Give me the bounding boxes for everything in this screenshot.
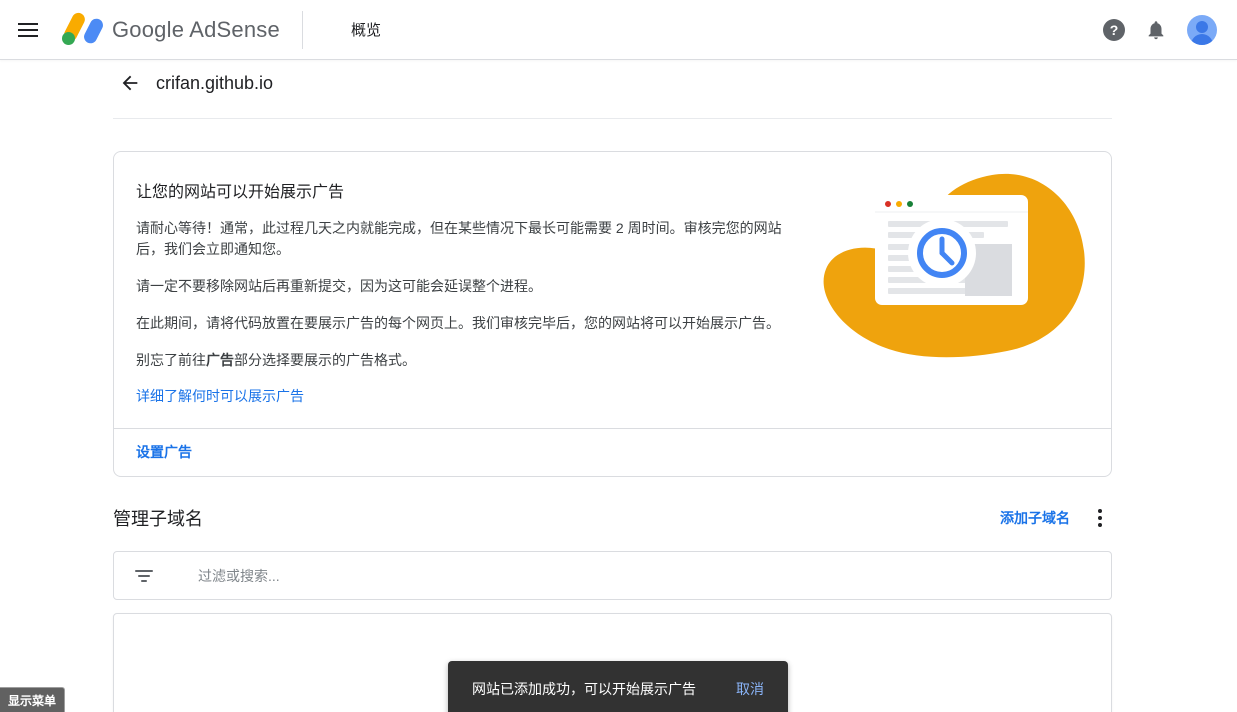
subdomains-section-title: 管理子域名 [113, 509, 203, 529]
toast-cancel-button[interactable]: 取消 [736, 679, 764, 699]
browser-window-icon [875, 195, 1028, 305]
adsense-logo-icon [62, 12, 103, 45]
review-paragraph-4: 别忘了前往广告部分选择要展示的广告格式。 [136, 352, 416, 368]
page-title: 概览 [350, 22, 381, 39]
topbar-divider [301, 10, 303, 49]
help-icon[interactable]: ? [1103, 18, 1125, 41]
product-name: Google AdSense [112, 16, 280, 42]
more-options-kebab-icon[interactable] [1088, 506, 1112, 530]
main-content: crifan.github.io 让您的网站可以开始展示广告 请耐心等待！通常，… [113, 60, 1112, 712]
clock-icon [908, 219, 976, 287]
topbar: Google AdSense 概览 ? [0, 0, 1237, 60]
account-avatar[interactable] [1187, 14, 1217, 45]
hamburger-menu-icon[interactable] [16, 18, 40, 42]
site-header: crifan.github.io [113, 62, 1112, 104]
filter-search-input[interactable] [198, 567, 1111, 584]
status-tooltip: 显示菜单 [0, 687, 66, 712]
subdomain-filter-bar [113, 551, 1112, 600]
review-paragraph-3: 在此期间，请将代码放置在要展示广告的每个网页上。我们审核完毕后，您的网站将可以开… [136, 315, 780, 331]
review-paragraph-2: 请一定不要移除网站后再重新提交，因为这可能会延误整个进程。 [136, 278, 542, 294]
review-pending-illustration [823, 173, 1085, 358]
site-name: crifan.github.io [156, 72, 274, 93]
filter-list-icon [134, 568, 154, 584]
add-subdomain-link[interactable]: 添加子域名 [1000, 508, 1070, 528]
subdomains-section-header: 管理子域名 添加子域名 [113, 502, 1112, 534]
back-arrow-icon[interactable] [118, 71, 142, 95]
header-divider [113, 118, 1112, 119]
snackbar-toast: 网站已添加成功，可以开始展示广告 取消 [448, 661, 788, 712]
learn-more-link[interactable]: 详细了解何时可以展示广告 [136, 386, 304, 406]
setup-ads-button[interactable]: 设置广告 [136, 442, 192, 462]
toast-message: 网站已添加成功，可以开始展示广告 [472, 681, 696, 697]
review-status-card: 让您的网站可以开始展示广告 请耐心等待！通常，此过程几天之内就能完成，但在某些情… [113, 151, 1112, 477]
notifications-bell-icon[interactable] [1145, 18, 1167, 42]
review-paragraph-1: 请耐心等待！通常，此过程几天之内就能完成，但在某些情况下最长可能需要 2 周时间… [136, 220, 782, 257]
